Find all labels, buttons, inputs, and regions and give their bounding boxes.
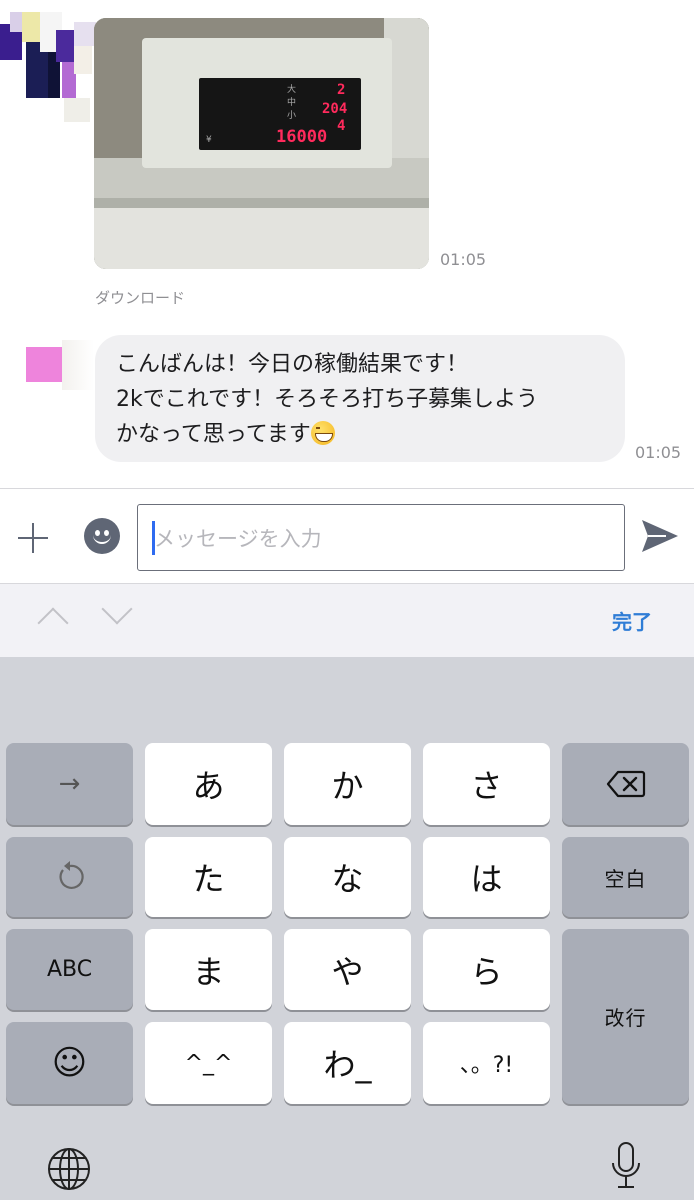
undo-icon xyxy=(58,861,84,889)
key-emoji[interactable]: ☺ xyxy=(6,1022,133,1104)
key-ka[interactable]: か xyxy=(284,743,411,825)
key-undo[interactable] xyxy=(6,837,133,917)
key-return[interactable]: 改行 xyxy=(562,929,689,1104)
key-abc[interactable]: ABC xyxy=(6,929,133,1010)
chevron-up-icon[interactable] xyxy=(37,607,69,639)
message-line-1: こんばんは！今日の稼働結果です！ xyxy=(116,352,469,377)
sender-avatar[interactable] xyxy=(26,347,62,382)
done-button[interactable]: 完了 xyxy=(612,606,652,635)
key-arrow-right[interactable]: → xyxy=(6,743,133,825)
attached-photo[interactable]: 大 中 小 ¥ 2 204 4 16000 xyxy=(94,18,429,269)
svg-text:204: 204 xyxy=(322,101,347,117)
smiley-icon[interactable] xyxy=(84,518,120,554)
key-sa-label: さ xyxy=(470,767,503,805)
key-wa-label: わ_ xyxy=(323,1046,372,1084)
key-ra[interactable]: ら xyxy=(423,929,550,1010)
key-na[interactable]: な xyxy=(284,837,411,917)
key-kaomoji-label: ^_^ xyxy=(184,1050,233,1076)
key-a-label: あ xyxy=(192,767,225,805)
key-abc-label: ABC xyxy=(46,957,93,982)
key-punctuation-label: 、。?! xyxy=(459,1053,514,1078)
message-input-bar: メッセージを入力 xyxy=(0,488,694,584)
avatar-shadow xyxy=(62,340,94,390)
key-wa[interactable]: わ_ xyxy=(284,1022,411,1104)
message-input[interactable]: メッセージを入力 xyxy=(137,504,625,571)
message-timestamp: 01:05 xyxy=(635,443,682,462)
key-ta[interactable]: た xyxy=(145,837,272,917)
plus-icon[interactable] xyxy=(14,519,52,557)
key-ha[interactable]: は xyxy=(423,837,550,917)
svg-text:中: 中 xyxy=(287,96,296,108)
key-ka-label: か xyxy=(331,767,364,805)
key-ya[interactable]: や xyxy=(284,929,411,1010)
key-punctuation[interactable]: 、。?! xyxy=(423,1022,550,1104)
globe-icon[interactable] xyxy=(46,1146,92,1192)
message-line-3: かなって思ってます xyxy=(116,417,603,452)
message-bubble[interactable]: こんばんは！今日の稼働結果です！ 2kでこれです！そろそろ打ち子募集しよう かな… xyxy=(95,335,625,462)
key-sa[interactable]: さ xyxy=(423,743,550,825)
message-line-3-text: かなって思ってます xyxy=(116,422,311,447)
smiley-mouth xyxy=(93,534,111,544)
key-space[interactable]: 空白 xyxy=(562,837,689,917)
text-caret xyxy=(152,521,155,555)
download-link[interactable]: ダウンロード xyxy=(95,287,185,308)
key-ma[interactable]: ま xyxy=(145,929,272,1010)
grinning-emoji-icon xyxy=(310,421,335,445)
sender-avatar-blurred[interactable] xyxy=(0,12,96,122)
microphone-icon[interactable] xyxy=(610,1141,642,1193)
photo-image: 大 中 小 ¥ 2 204 4 16000 xyxy=(94,18,429,269)
photo-timestamp: 01:05 xyxy=(440,250,487,269)
key-return-label: 改行 xyxy=(604,1006,647,1030)
key-ya-label: や xyxy=(331,952,364,991)
svg-text:¥: ¥ xyxy=(206,135,212,145)
key-a[interactable]: あ xyxy=(145,743,272,825)
key-kaomoji[interactable]: ^_^ xyxy=(145,1022,272,1104)
svg-text:小: 小 xyxy=(287,110,296,121)
japanese-kana-keyboard: → あ か さ た な は 空白 ABC ま や ら 改行 ☺ ^_^ わ_ 、… xyxy=(0,657,694,1200)
emoji-key-icon: ☺ xyxy=(51,1043,88,1083)
keyboard-accessory-bar: 完了 xyxy=(0,584,694,657)
message-line-2: 2kでこれです！そろそろ打ち子募集しよう xyxy=(116,387,539,412)
svg-text:大: 大 xyxy=(287,83,296,95)
arrow-right-icon: → xyxy=(58,769,81,799)
chevron-down-icon[interactable] xyxy=(101,593,133,625)
key-backspace[interactable] xyxy=(562,743,689,825)
svg-text:16000: 16000 xyxy=(276,127,327,147)
key-ha-label: は xyxy=(470,860,503,898)
svg-text:2: 2 xyxy=(337,82,345,98)
svg-text:4: 4 xyxy=(337,118,345,134)
key-ta-label: た xyxy=(192,860,225,898)
backspace-icon xyxy=(606,770,645,798)
message-input-placeholder: メッセージを入力 xyxy=(154,527,322,551)
key-na-label: な xyxy=(331,860,364,898)
chat-area: 大 中 小 ¥ 2 204 4 16000 01:05 ダウンロード こんばんは… xyxy=(0,0,694,488)
key-ma-label: ま xyxy=(192,952,225,991)
key-ra-label: ら xyxy=(470,952,503,991)
send-icon[interactable] xyxy=(640,517,680,555)
key-space-label: 空白 xyxy=(604,866,647,891)
